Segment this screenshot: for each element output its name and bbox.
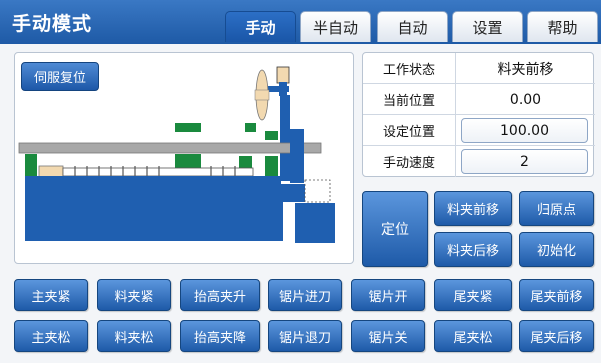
saw-hub <box>254 89 270 101</box>
tab-auto[interactable]: 自动 <box>377 11 448 42</box>
status-table: 工作状态 料夹前移 当前位置 0.00 设定位置 100.00 手动速度 2 <box>362 52 595 177</box>
saw-retract-button[interactable]: 锯片退刀 <box>268 320 342 352</box>
manual-speed-label: 手动速度 <box>363 146 456 177</box>
status-row-work-state: 工作状态 料夹前移 <box>363 53 595 84</box>
bed-rail <box>25 176 281 184</box>
material-clamp-tighten-button[interactable]: 料夹紧 <box>97 279 171 311</box>
cut-zone <box>304 179 331 203</box>
lift-clamp-down-button[interactable]: 抬高夹降 <box>180 320 260 352</box>
position-button[interactable]: 定位 <box>362 191 428 267</box>
tail-clamp-block <box>25 154 37 178</box>
tab-semi-auto[interactable]: 半自动 <box>300 11 371 42</box>
machine-diagram-panel: 伺服复位 <box>14 52 354 264</box>
material-clamp-release-button[interactable]: 料夹松 <box>97 320 171 352</box>
tail-clamp-forward-button[interactable]: 尾夹前移 <box>519 279 594 311</box>
set-position-input[interactable]: 100.00 <box>461 118 588 143</box>
saw-on-button[interactable]: 锯片开 <box>351 279 425 311</box>
saw-feed-in-button[interactable]: 锯片进刀 <box>268 279 342 311</box>
set-position-label: 设定位置 <box>363 115 456 146</box>
lift-clamp-up-button[interactable]: 抬高夹升 <box>180 279 260 311</box>
tab-settings[interactable]: 设置 <box>452 11 523 42</box>
tail-clamp-tighten-button[interactable]: 尾夹紧 <box>434 279 512 311</box>
saw-column <box>280 95 290 181</box>
main-clamp-release-button[interactable]: 主夹松 <box>14 320 88 352</box>
clamp-marker-right <box>265 131 278 140</box>
machine-base <box>25 201 283 241</box>
main-clamp-right <box>265 156 278 178</box>
current-position-label: 当前位置 <box>363 84 456 115</box>
manual-speed-input[interactable]: 2 <box>461 149 588 174</box>
lead-screw <box>62 167 254 177</box>
tail-clamp-backward-button[interactable]: 尾夹后移 <box>519 320 594 352</box>
home-button[interactable]: 归原点 <box>519 191 594 226</box>
saw-off-button[interactable]: 锯片关 <box>351 320 425 352</box>
initialize-button[interactable]: 初始化 <box>519 232 594 267</box>
tail-clamp-release-button[interactable]: 尾夹松 <box>434 320 512 352</box>
lift-clamp-marker <box>175 123 201 132</box>
saw-motor-block <box>276 66 290 84</box>
status-row-manual-speed: 手动速度 2 <box>363 146 595 177</box>
main-clamp-tighten-button[interactable]: 主夹紧 <box>14 279 88 311</box>
clamp-backward-button[interactable]: 料夹后移 <box>434 232 512 267</box>
header-bar: 手动模式 手动 半自动 自动 设置 帮助 <box>0 0 601 44</box>
saw-guard-post <box>290 129 304 183</box>
work-state-label: 工作状态 <box>363 53 456 84</box>
status-row-current-position: 当前位置 0.00 <box>363 84 595 115</box>
status-row-set-position: 设定位置 100.00 <box>363 115 595 146</box>
tail-base <box>295 203 335 243</box>
tab-help[interactable]: 帮助 <box>527 11 598 42</box>
work-state-value: 料夹前移 <box>497 61 554 78</box>
clamp-forward-button[interactable]: 料夹前移 <box>434 191 512 226</box>
current-position-value: 0.00 <box>509 91 542 108</box>
app-title: 手动模式 <box>12 13 93 35</box>
machine-bed-top <box>25 184 325 202</box>
guide-rail <box>18 142 322 154</box>
servo-reset-button[interactable]: 伺服复位 <box>21 62 99 91</box>
tab-manual[interactable]: 手动 <box>225 11 296 42</box>
feed-slider <box>38 165 64 178</box>
clamp-marker-small <box>245 123 256 132</box>
